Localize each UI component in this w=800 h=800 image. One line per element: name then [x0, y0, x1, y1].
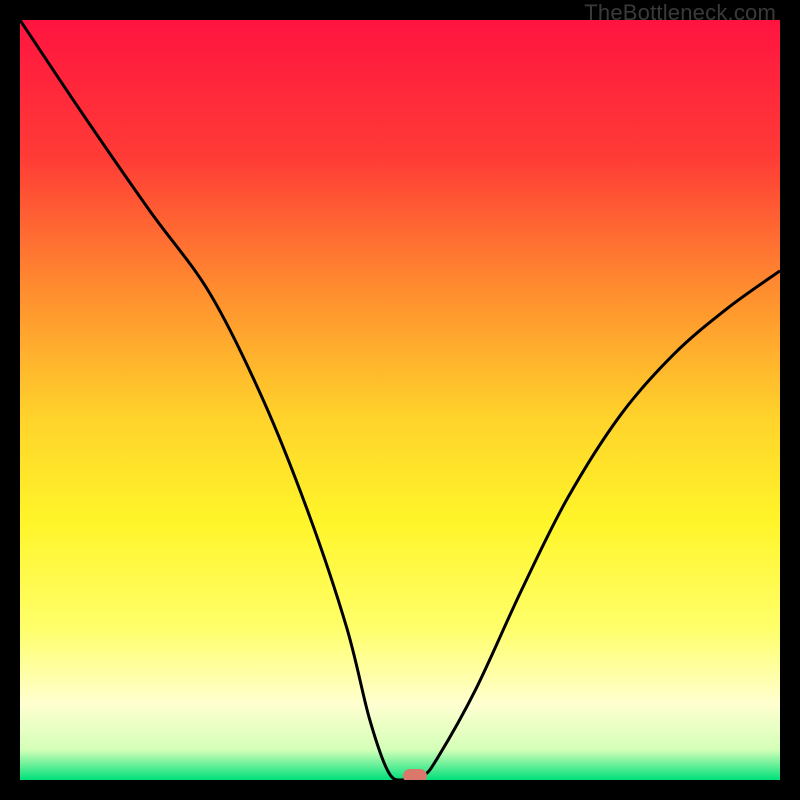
gradient-background	[20, 20, 780, 780]
chart-canvas	[20, 20, 780, 780]
optimal-point-marker	[403, 769, 427, 780]
plot-area	[20, 20, 780, 780]
watermark-text: TheBottleneck.com	[584, 0, 776, 26]
chart-frame: TheBottleneck.com	[0, 0, 800, 800]
